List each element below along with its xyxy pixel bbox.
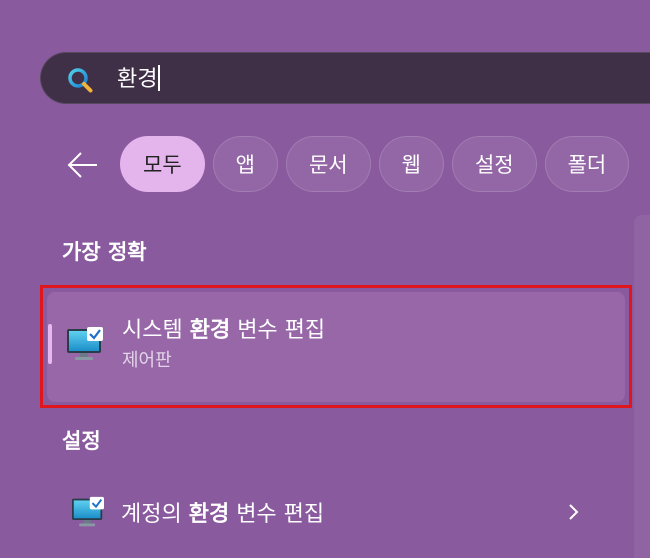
search-query: 환경 bbox=[117, 67, 158, 92]
tab-web[interactable]: 웹 bbox=[378, 136, 444, 192]
best-match-title-prefix: 시스템 bbox=[122, 318, 190, 343]
tab-apps[interactable]: 앱 bbox=[212, 136, 278, 192]
settings-heading: 설정 bbox=[62, 429, 101, 453]
monitor-checkmark-icon bbox=[67, 327, 103, 360]
chevron-right-icon[interactable] bbox=[565, 502, 583, 522]
selection-accent-bar bbox=[48, 324, 52, 364]
tab-settings[interactable]: 설정 bbox=[451, 136, 537, 192]
filter-tabs: 모두 앱 문서 웹 설정 폴더 bbox=[120, 136, 630, 192]
settings-result-title-highlight: 환경 bbox=[188, 502, 230, 527]
settings-result-row[interactable]: 계정의 환경 변수 편집 bbox=[47, 484, 625, 540]
text-caret bbox=[158, 65, 161, 91]
best-match-title-suffix: 변수 편집 bbox=[230, 318, 326, 343]
best-match-heading: 가장 정확 bbox=[62, 240, 147, 264]
settings-result-title: 계정의 환경 변수 편집 bbox=[121, 496, 324, 528]
search-input[interactable]: 환경 bbox=[117, 65, 161, 94]
best-match-subtitle: 제어판 bbox=[122, 350, 172, 371]
best-match-title-highlight: 환경 bbox=[189, 318, 231, 343]
tab-all[interactable]: 모두 bbox=[120, 136, 205, 192]
back-arrow-icon[interactable] bbox=[66, 150, 100, 180]
results-scroll-track[interactable] bbox=[634, 215, 650, 558]
settings-result-title-suffix: 변수 편집 bbox=[229, 502, 325, 527]
tab-documents[interactable]: 문서 bbox=[285, 136, 371, 192]
best-match-title: 시스템 환경 변수 편집 bbox=[122, 312, 325, 344]
settings-result-title-prefix: 계정의 bbox=[121, 502, 189, 527]
monitor-checkmark-icon bbox=[72, 496, 104, 527]
tab-folders[interactable]: 폴더 bbox=[544, 136, 630, 192]
search-box[interactable]: 환경 bbox=[40, 52, 650, 104]
search-icon bbox=[68, 68, 93, 93]
